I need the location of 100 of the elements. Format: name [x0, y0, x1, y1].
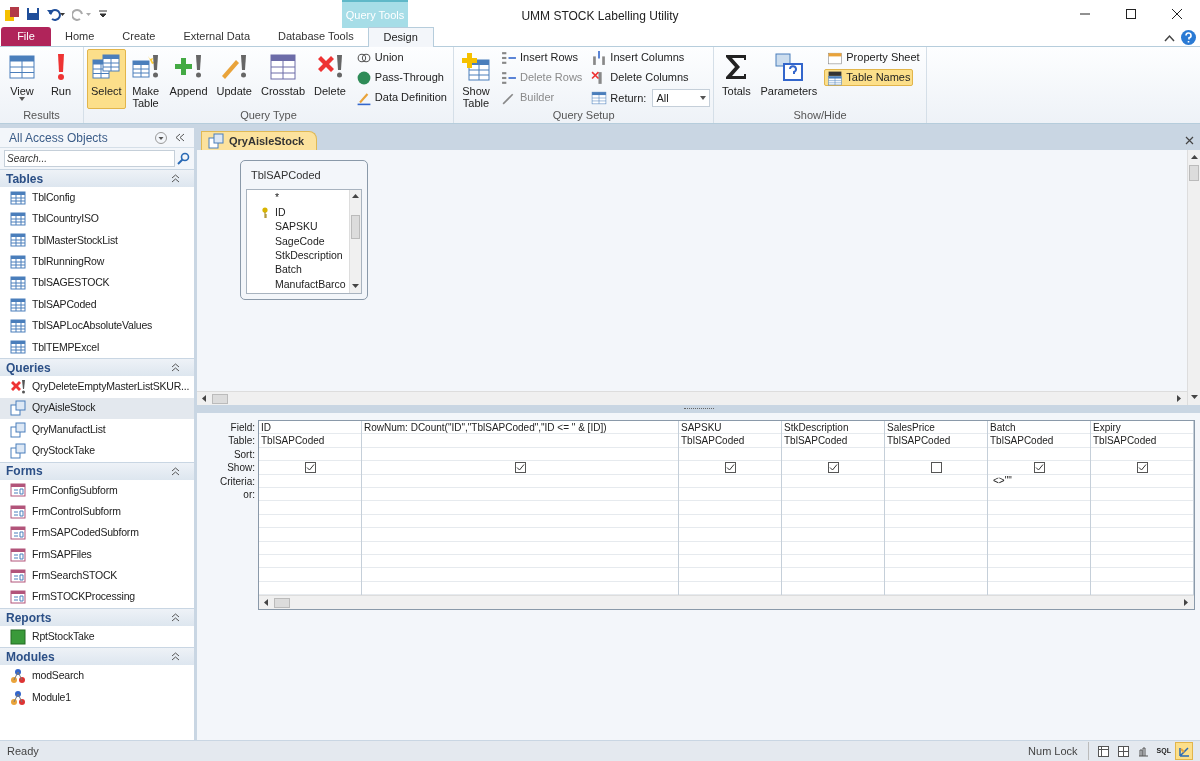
nav-item[interactable]: FrmSTOCKProcessing: [0, 586, 194, 609]
nav-item[interactable]: TblRunningRow: [0, 251, 194, 273]
ribbon-button[interactable]: Make Table: [126, 49, 165, 109]
show-checkbox[interactable]: [1136, 461, 1148, 473]
collapse-icon[interactable]: [171, 652, 180, 662]
field-cell[interactable]: StkDescription: [784, 419, 849, 435]
scroll-thumb[interactable]: [274, 597, 290, 608]
field-cell[interactable]: Expiry: [1093, 419, 1121, 435]
nav-item[interactable]: FrmControlSubform: [0, 501, 194, 523]
show-checkbox[interactable]: [514, 461, 526, 473]
show-checkbox[interactable]: [827, 461, 839, 473]
scroll-thumb[interactable]: [351, 214, 360, 239]
nav-item[interactable]: QryAisleStock: [0, 397, 194, 419]
scroll-arrow-icon[interactable]: [262, 598, 271, 608]
nav-item[interactable]: FrmSearchSTOCK: [0, 565, 194, 587]
ribbon-button[interactable]: Run: [42, 49, 80, 109]
ribbon-small-button[interactable]: Data Definition: [352, 89, 450, 106]
save-icon[interactable]: [26, 7, 40, 21]
scroll-arrow-icon[interactable]: [351, 192, 360, 201]
ribbon-small-button[interactable]: Insert Rows: [498, 49, 582, 66]
scroll-thumb[interactable]: [212, 393, 228, 404]
table-cell[interactable]: TblSAPCoded: [261, 433, 325, 449]
collapse-icon[interactable]: [171, 613, 180, 623]
table-cell[interactable]: TblSAPCoded: [1093, 433, 1157, 449]
show-checkbox[interactable]: [724, 461, 736, 473]
collapse-ribbon-icon[interactable]: [1164, 33, 1175, 42]
field-cell[interactable]: ID: [261, 419, 271, 435]
field-name[interactable]: ManufactBarco: [275, 276, 346, 293]
return-dropdown[interactable]: All: [652, 89, 711, 107]
nav-item[interactable]: QryManufactList: [0, 418, 194, 441]
field-name[interactable]: SageCode: [275, 233, 325, 250]
field-cell[interactable]: Batch: [990, 419, 1016, 435]
nav-item[interactable]: FrmConfigSubform: [0, 479, 194, 502]
nav-item[interactable]: QryStockTake: [0, 440, 194, 462]
nav-item[interactable]: FrmSAPFiles: [0, 543, 194, 566]
nav-item[interactable]: TblMasterStockList: [0, 229, 194, 252]
ribbon-small-button[interactable]: Insert Columns: [588, 49, 688, 66]
nav-item[interactable]: TblConfig: [0, 187, 194, 209]
show-checkbox[interactable]: [304, 461, 316, 473]
nav-item[interactable]: QryDeleteEmptyMasterListSKUR...: [0, 376, 194, 398]
ribbon-tab[interactable]: Design: [367, 27, 434, 47]
nav-item[interactable]: TblSAPLocAbsoluteValues: [0, 315, 194, 337]
ribbon-button[interactable]: Select: [87, 49, 126, 109]
undo-icon[interactable]: [46, 7, 66, 21]
ribbon-button[interactable]: Delete: [310, 49, 350, 109]
search-icon[interactable]: [177, 152, 190, 165]
table-cell[interactable]: TblSAPCoded: [784, 433, 848, 449]
field-name[interactable]: SAPSKU: [275, 219, 318, 235]
collapse-pane-icon[interactable]: [175, 133, 185, 142]
nav-section-header[interactable]: Tables: [0, 169, 194, 187]
ribbon-small-button[interactable]: Table Names: [824, 69, 914, 86]
vertical-scrollbar[interactable]: [1187, 150, 1200, 405]
ribbon-tab[interactable]: External Data: [171, 27, 263, 46]
table-cell[interactable]: TblSAPCoded: [990, 433, 1054, 449]
table-cell[interactable]: TblSAPCoded: [887, 433, 951, 449]
ribbon-small-button[interactable]: Property Sheet: [824, 49, 923, 66]
field-cell[interactable]: RowNum: DCount("ID","TblSAPCoded","ID <= " & [ID]): [364, 419, 607, 435]
field-list-window[interactable]: TblSAPCoded * ID SAPSKU SageCode StkDescription Batch ManufactBarco: [240, 160, 368, 300]
ribbon-tab[interactable]: Create: [110, 27, 168, 46]
ribbon-button[interactable]: Show Table: [457, 49, 495, 109]
nav-item[interactable]: TblCountryISO: [0, 208, 194, 230]
field-cell[interactable]: SAPSKU: [681, 419, 722, 435]
ribbon-button[interactable]: Crosstab: [257, 49, 310, 109]
nav-item[interactable]: TblTEMPExcel: [0, 336, 194, 359]
ribbon-button[interactable]: View: [3, 49, 41, 109]
nav-item[interactable]: FrmSAPCodedSubform: [0, 522, 194, 544]
show-checkbox[interactable]: [930, 461, 942, 473]
ribbon-tab[interactable]: Database Tools: [266, 27, 366, 46]
collapse-icon[interactable]: [171, 466, 180, 476]
scroll-arrow-icon[interactable]: [351, 282, 360, 291]
ribbon-small-button[interactable]: Union: [352, 49, 407, 66]
nav-section-header[interactable]: Forms: [0, 461, 194, 480]
nav-item[interactable]: TblSAPCoded: [0, 293, 194, 316]
ribbon-button[interactable]: Totals: [717, 49, 756, 109]
field-name[interactable]: ID: [275, 204, 286, 221]
horizontal-scrollbar[interactable]: [259, 595, 1194, 610]
criteria-cell[interactable]: <>"": [990, 473, 1012, 489]
nav-section-header[interactable]: Queries: [0, 358, 194, 377]
nav-item[interactable]: TblSAGESTOCK: [0, 272, 194, 294]
ribbon-small-button[interactable]: Delete Columns: [588, 69, 692, 86]
scroll-arrow-icon[interactable]: [200, 394, 209, 403]
design-view-button[interactable]: [1175, 742, 1193, 760]
scroll-thumb[interactable]: [1189, 165, 1199, 181]
scroll-arrow-icon[interactable]: [1182, 598, 1191, 608]
field-name[interactable]: Batch: [275, 262, 302, 279]
ribbon-small-button[interactable]: Return:: [588, 89, 650, 107]
nav-item[interactable]: RptStockTake: [0, 626, 194, 648]
field-cell[interactable]: SalesPrice: [887, 419, 935, 435]
collapse-icon[interactable]: [171, 174, 180, 183]
scroll-arrow-icon[interactable]: [1189, 153, 1199, 162]
field-name[interactable]: *: [275, 190, 280, 207]
vertical-scrollbar[interactable]: [349, 190, 361, 293]
field-name[interactable]: StkDescription: [275, 247, 343, 264]
ribbon-button[interactable]: Parameters: [756, 49, 822, 109]
nav-section-header[interactable]: Reports: [0, 608, 194, 627]
collapse-icon[interactable]: [171, 363, 180, 373]
ribbon-small-button[interactable]: Pass-Through: [352, 69, 447, 86]
ribbon-tab[interactable]: File: [1, 27, 51, 46]
document-tab[interactable]: QryAisleStock: [201, 131, 318, 150]
table-cell[interactable]: TblSAPCoded: [681, 433, 745, 449]
